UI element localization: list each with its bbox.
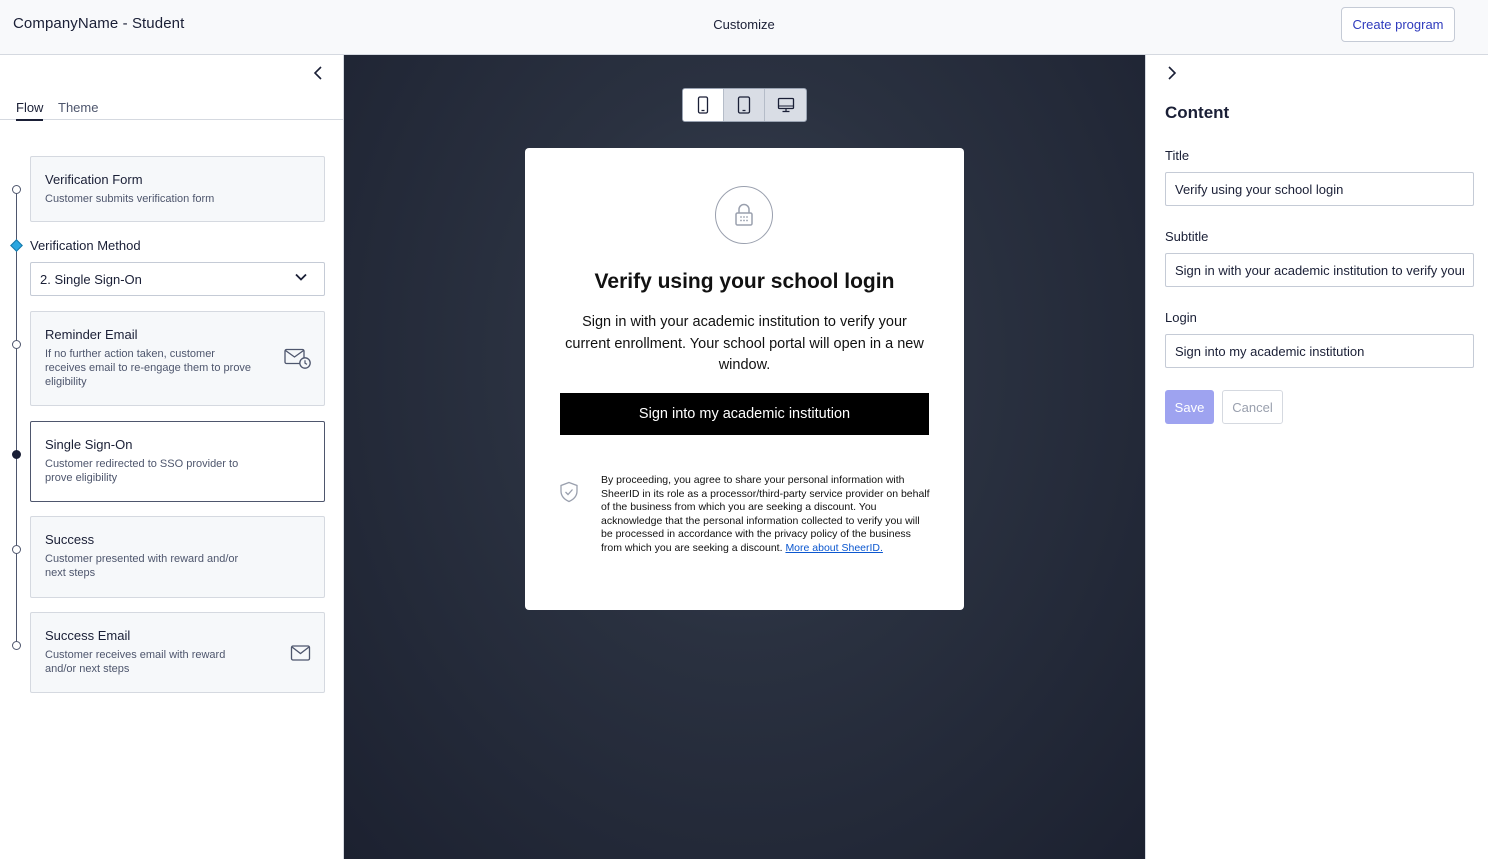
preview-canvas: Verify using your school login Sign in w…: [344, 55, 1145, 859]
login-label: Login: [1165, 310, 1197, 325]
chevron-left-icon: [313, 66, 322, 80]
timeline-line: [16, 189, 17, 645]
shield-check-icon: [560, 481, 578, 503]
content-panel: Content Title Subtitle Login Save Cancel: [1145, 55, 1488, 859]
timeline-node: [12, 340, 21, 349]
lock-badge: [715, 186, 773, 244]
timeline-node: [12, 545, 21, 554]
cancel-button[interactable]: Cancel: [1222, 390, 1283, 424]
verification-form-preview: Verify using your school login Sign in w…: [525, 148, 964, 610]
legal-notice: By proceeding, you agree to share your p…: [601, 474, 931, 556]
timeline-node-active: [12, 450, 21, 459]
tab-theme[interactable]: Theme: [58, 100, 98, 119]
step-description: Customer redirected to SSO provider to p…: [45, 458, 239, 484]
title-input[interactable]: [1165, 172, 1474, 206]
create-program-button[interactable]: Create program: [1341, 7, 1455, 42]
form-subtitle: Sign in with your academic institution t…: [565, 314, 924, 373]
step-title: Single Sign-On: [45, 437, 133, 452]
email-clock-icon: [284, 348, 311, 369]
step-verification-form[interactable]: Verification Form Customer submits verif…: [30, 156, 325, 222]
content-heading: Content: [1165, 103, 1230, 122]
page-title: Customize: [713, 17, 775, 32]
step-success[interactable]: Success Customer presented with reward a…: [30, 516, 325, 598]
envelope-icon: [290, 644, 311, 661]
chevron-down-icon: [295, 273, 307, 281]
step-description: If no further action taken, customer rec…: [45, 348, 252, 388]
timeline-node-method: [10, 239, 23, 252]
step-title: Success Email: [45, 628, 131, 643]
collapse-panel-button[interactable]: [308, 63, 328, 83]
step-single-sign-on[interactable]: Single Sign-On Customer redirected to SS…: [30, 421, 325, 502]
tab-flow[interactable]: Flow: [16, 100, 44, 121]
login-input[interactable]: [1165, 334, 1474, 368]
chevron-right-icon: [1168, 66, 1177, 80]
device-mobile-button[interactable]: [683, 89, 724, 121]
top-bar: CompanyName - Student Customize Create p…: [0, 0, 1488, 55]
desktop-icon: [777, 97, 794, 113]
verification-method-label: Verification Method: [30, 238, 141, 253]
step-description: Customer receives email with reward and/…: [45, 649, 226, 675]
panel-tabs: Flow Theme: [0, 99, 343, 121]
step-title: Reminder Email: [45, 327, 138, 342]
lock-icon: [735, 203, 753, 226]
step-reminder-email[interactable]: Reminder Email If no further action take…: [30, 311, 325, 406]
step-title: Verification Form: [45, 172, 143, 187]
verification-method-value: 2. Single Sign-On: [40, 271, 142, 287]
step-success-email[interactable]: Success Email Customer receives email wi…: [30, 612, 325, 693]
sso-login-button[interactable]: Sign into my academic institution: [560, 393, 929, 435]
flow-panel: Flow Theme Verification Form Customer su…: [0, 55, 344, 859]
device-tablet-button[interactable]: [724, 89, 765, 121]
device-switcher: [682, 88, 807, 122]
title-label: Title: [1165, 148, 1190, 163]
subtitle-input[interactable]: [1165, 253, 1474, 287]
device-desktop-button[interactable]: [765, 89, 806, 121]
mobile-icon: [697, 96, 709, 114]
sheerid-link[interactable]: More about SheerID.: [785, 542, 882, 554]
form-title: Verify using your school login: [594, 270, 895, 293]
step-description: Customer submits verification form: [45, 193, 215, 205]
save-button[interactable]: Save: [1165, 390, 1214, 424]
tablet-icon: [737, 96, 751, 114]
subtitle-label: Subtitle: [1165, 229, 1209, 244]
expand-panel-button[interactable]: [1162, 63, 1182, 83]
timeline-node: [12, 185, 21, 194]
step-title: Success: [45, 532, 95, 547]
verification-method-select[interactable]: 2. Single Sign-On: [30, 262, 325, 296]
step-description: Customer presented with reward and/or ne…: [45, 553, 239, 579]
timeline-node: [12, 641, 21, 650]
